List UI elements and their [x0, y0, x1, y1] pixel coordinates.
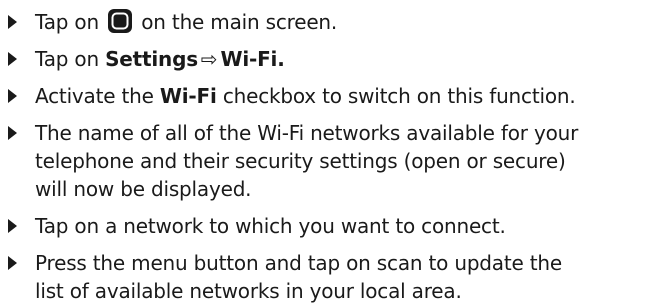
step-text: checkbox to switch on this function. — [216, 84, 576, 108]
step-text: Tap on — [35, 47, 106, 71]
step-text-line: telephone and their security settings (o… — [35, 149, 566, 173]
list-item: Activate the Wi-Fi checkbox to switch on… — [0, 82, 652, 110]
triangle-bullet-icon — [8, 15, 17, 29]
list-item: Tap on on the main screen. — [0, 8, 652, 36]
triangle-bullet-icon — [8, 256, 17, 270]
triangle-bullet-icon — [8, 52, 17, 66]
step-text: Activate the — [35, 84, 160, 108]
triangle-bullet-icon — [8, 126, 17, 140]
wifi-label: Wi-Fi — [159, 84, 217, 108]
list-item: Press the menu button and tap on scan to… — [0, 249, 652, 305]
settings-label: Settings — [105, 47, 198, 71]
triangle-bullet-icon — [8, 89, 17, 103]
list-item: Tap on Settings ⇨ Wi-Fi. — [0, 45, 652, 73]
step-text-line: The name of all of the Wi-Fi networks av… — [35, 121, 579, 145]
step-text-line: will now be displayed. — [35, 177, 252, 201]
step-text: Tap on a network to which you want to co… — [35, 214, 506, 238]
triangle-bullet-icon — [8, 219, 17, 233]
wifi-label: Wi-Fi. — [220, 47, 285, 71]
home-button-icon — [107, 8, 133, 34]
step-text: on the main screen. — [135, 10, 338, 34]
list-item: The name of all of the Wi-Fi networks av… — [0, 119, 652, 203]
step-text-line: Press the menu button and tap on scan to… — [35, 251, 562, 275]
instruction-list: Tap on on the main screen. Tap on Settin… — [0, 0, 652, 305]
arrow-icon: ⇨ — [200, 47, 218, 71]
step-text-line: list of available networks in your local… — [35, 279, 462, 303]
step-text: Tap on — [35, 10, 106, 34]
list-item: Tap on a network to which you want to co… — [0, 212, 652, 240]
